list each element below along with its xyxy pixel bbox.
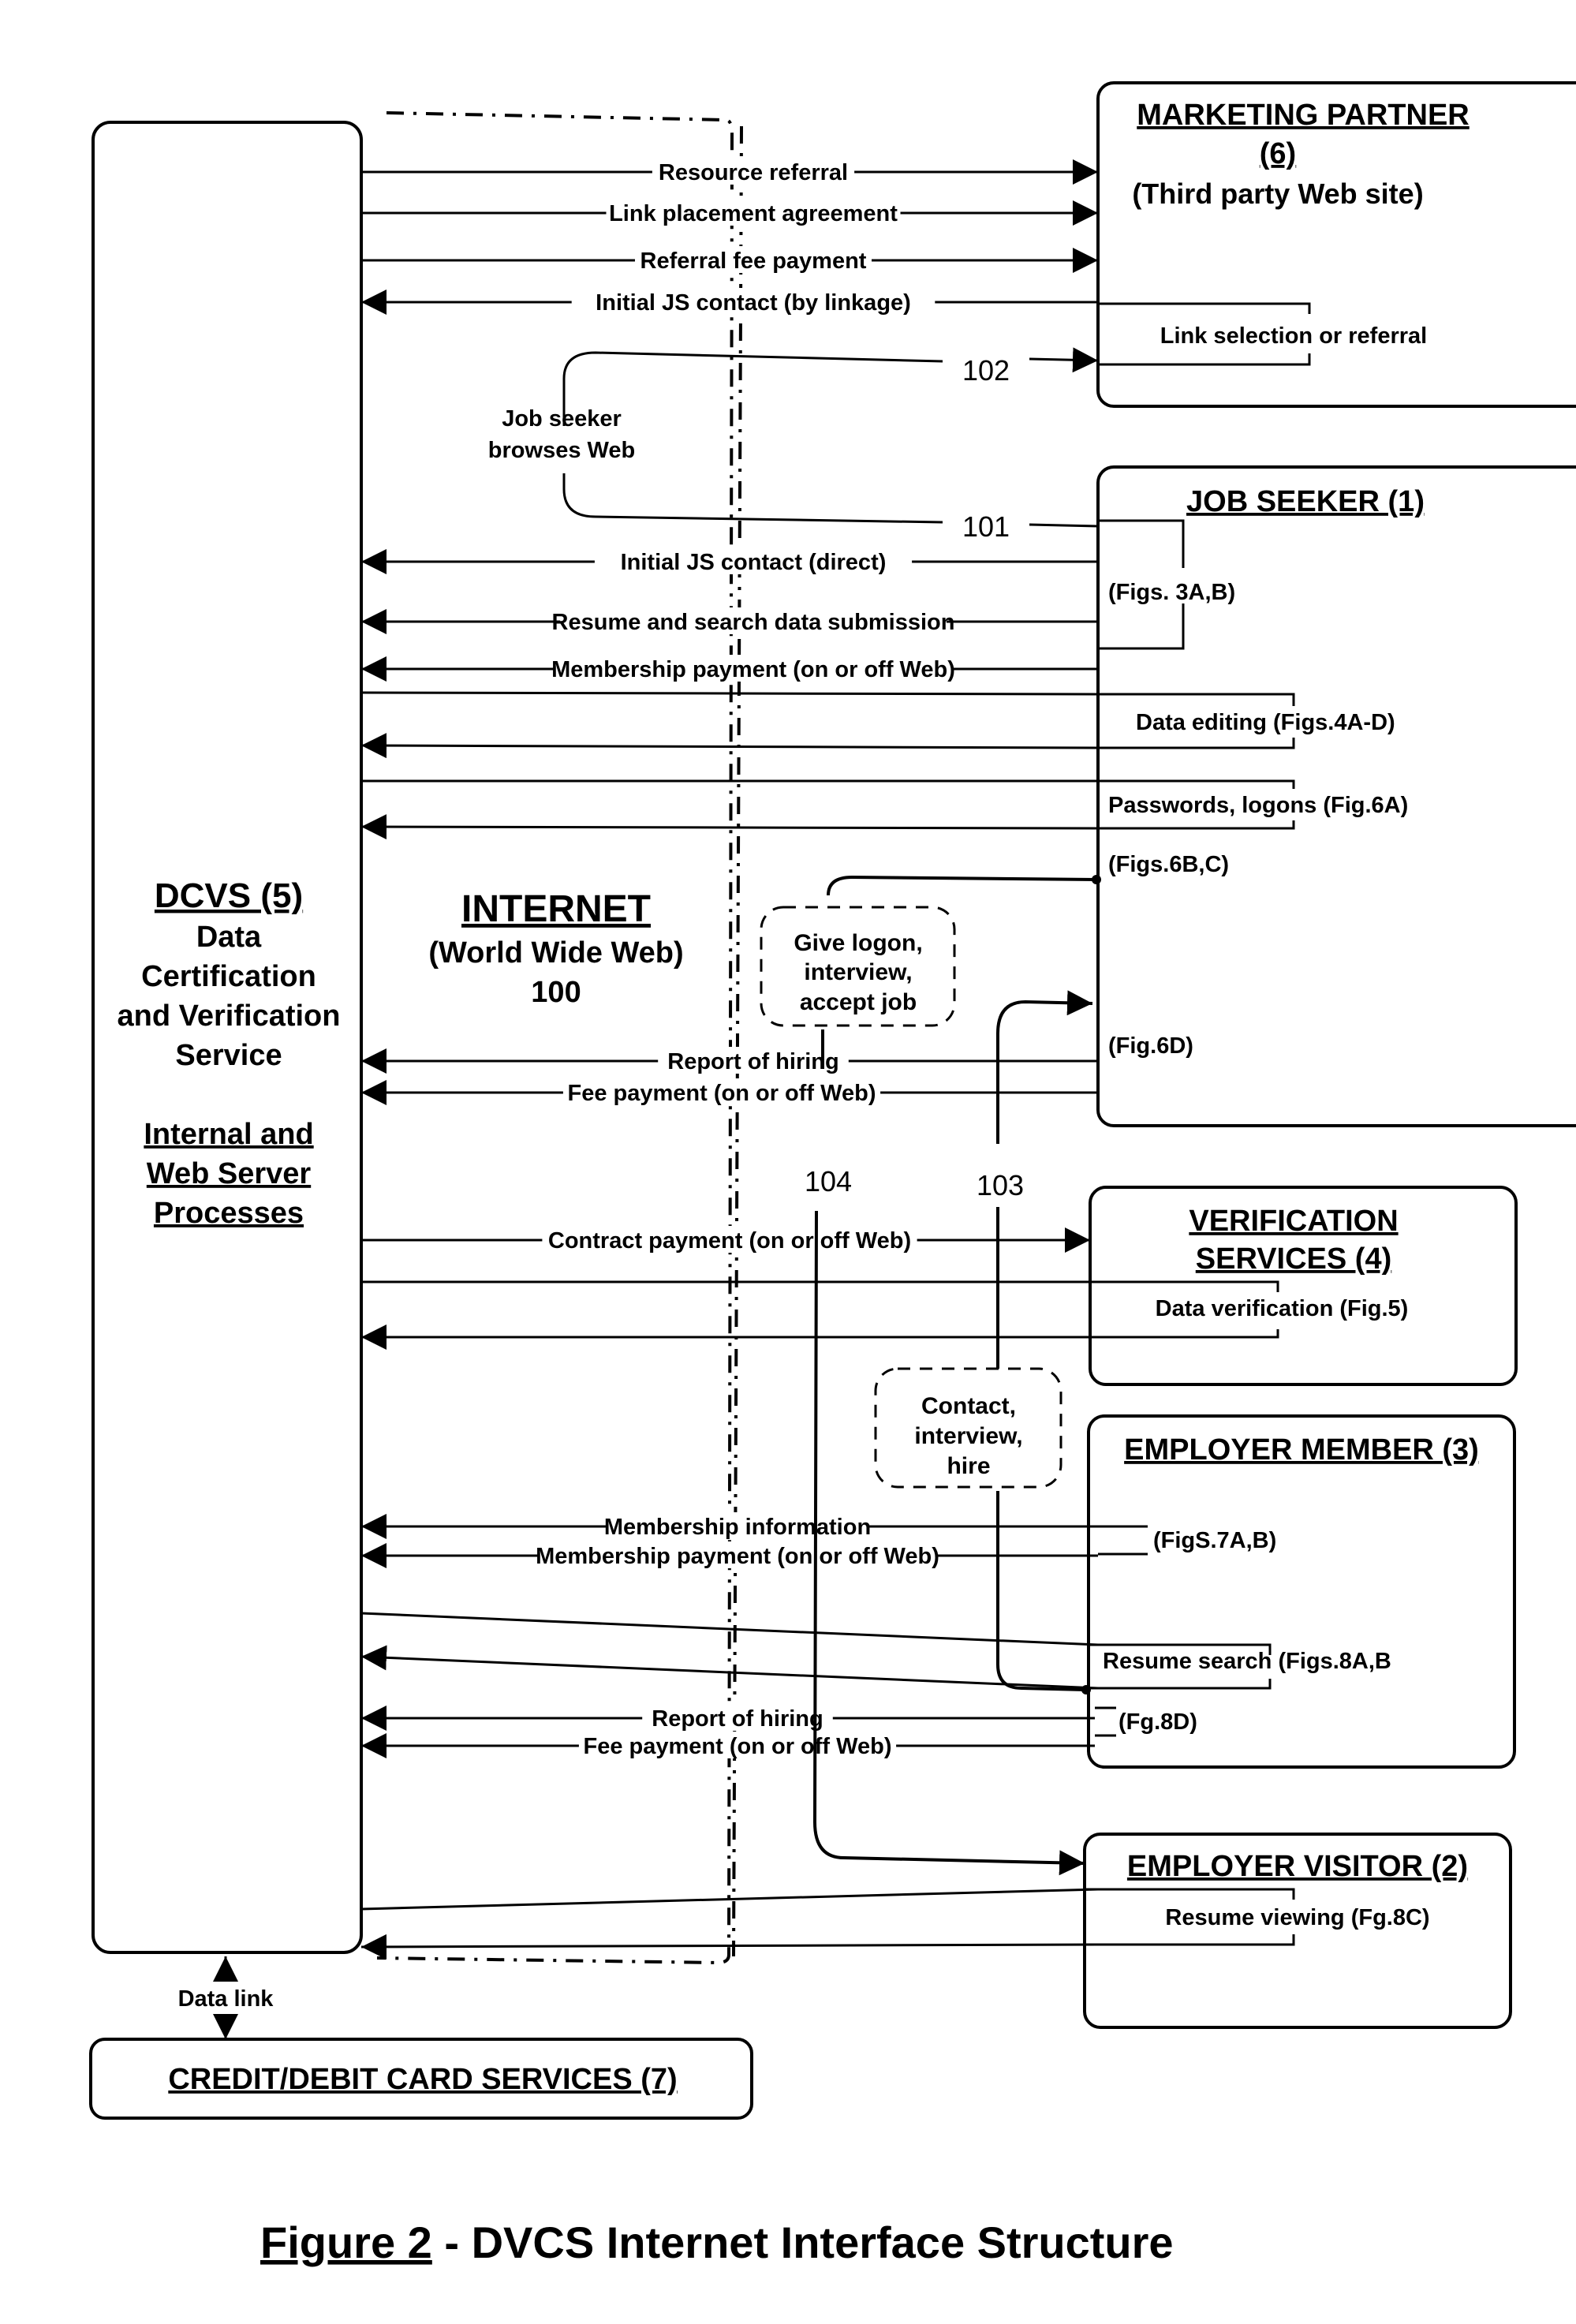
verification-services-title-1: VERIFICATION bbox=[1189, 1205, 1398, 1238]
dcvs-sub-line: Internal and bbox=[144, 1118, 313, 1151]
flow-label: Referral fee payment bbox=[640, 248, 867, 274]
data-link-label: Data link bbox=[178, 1986, 274, 2012]
ref-101: 101 bbox=[962, 510, 1010, 543]
flow-label: Fee payment (on or off Web) bbox=[568, 1081, 876, 1106]
path-104 bbox=[827, 875, 1097, 896]
job-seeker-label-fig6d: (Fig.6D) bbox=[1108, 1033, 1193, 1059]
note-contact: interview, bbox=[914, 1423, 1022, 1449]
resume-viewing-label: Resume viewing (Fg.8C) bbox=[1165, 1905, 1429, 1930]
internet-center-divider bbox=[732, 125, 743, 1957]
ref-102: 102 bbox=[962, 354, 1010, 387]
flow-line bbox=[360, 1888, 1099, 1911]
dcvs-line: Certification bbox=[141, 960, 316, 993]
flow-label: Membership payment (on or off Web) bbox=[551, 657, 955, 682]
internet-subtitle: (World Wide Web) bbox=[428, 936, 683, 970]
note-contact: hire bbox=[947, 1453, 990, 1479]
path-101 bbox=[562, 473, 943, 524]
employer-member-label-resume-search: Resume search (Figs.8A,B bbox=[1103, 1649, 1391, 1674]
ref-104: 104 bbox=[805, 1165, 852, 1197]
job-seeker-label-data-editing: Data editing (Figs.4A-D) bbox=[1136, 710, 1395, 735]
flow-label: Resume and search data submission bbox=[552, 610, 955, 635]
flow-label: Resource referral bbox=[659, 160, 848, 185]
browse-label: browses Web bbox=[488, 438, 635, 463]
dcvs-line: and Verification bbox=[118, 999, 341, 1033]
internet-boundary bbox=[376, 111, 734, 1965]
employer-member-label-fg8d: (Fg.8D) bbox=[1119, 1709, 1197, 1735]
marketing-partner-subtitle: (Third party Web site) bbox=[1132, 177, 1423, 210]
internet-title: INTERNET bbox=[461, 888, 651, 930]
flow-label: Initial JS contact (by linkage) bbox=[596, 290, 911, 316]
flow-label: Membership information bbox=[604, 1515, 871, 1540]
card-services-title: CREDIT/DEBIT CARD SERVICES (7) bbox=[168, 2063, 677, 2096]
flow-label: Initial JS contact (direct) bbox=[621, 550, 887, 575]
dcvs-box bbox=[91, 121, 363, 1954]
flow-label: Contract payment (on or off Web) bbox=[548, 1228, 911, 1254]
flow-line bbox=[360, 733, 1099, 759]
data-verification-label: Data verification (Fig.5) bbox=[1156, 1296, 1409, 1321]
flow-label: Report of hiring bbox=[652, 1706, 823, 1732]
flow-label: Membership payment (on or off Web) bbox=[536, 1544, 939, 1569]
flow-line bbox=[360, 691, 1099, 696]
note-contact: Contact, bbox=[921, 1393, 1016, 1419]
job-seeker-title: JOB SEEKER (1) bbox=[1186, 485, 1425, 518]
figure-number: Figure 2 bbox=[260, 2218, 432, 2267]
note-give-logon: Give logon, bbox=[794, 930, 922, 956]
figure-title: - DVCS Internet Interface Structure bbox=[432, 2218, 1174, 2267]
marketing-partner-number: (6) bbox=[1260, 137, 1296, 170]
link-selection-label: Link selection or referral bbox=[1160, 323, 1427, 349]
employer-visitor-title: EMPLOYER VISITOR (2) bbox=[1127, 1850, 1468, 1883]
dcvs-internet-interface-diagram: Resource referral Link placement agreemen… bbox=[89, 81, 1576, 2267]
employer-member-label-figs7: (FigS.7A,B) bbox=[1153, 1528, 1276, 1553]
dcvs-sub-line: Processes bbox=[154, 1197, 304, 1230]
flow-label: Report of hiring bbox=[667, 1049, 838, 1074]
path-102-arrow bbox=[1029, 347, 1099, 373]
dcvs-line: Data bbox=[196, 921, 262, 954]
flow-label: Fee payment (on or off Web) bbox=[584, 1734, 892, 1759]
flow-line bbox=[360, 814, 1099, 840]
dcvs-title: DCVS (5) bbox=[155, 876, 303, 915]
path-103 bbox=[996, 990, 1093, 1144]
employer-member-title: EMPLOYER MEMBER (3) bbox=[1124, 1433, 1479, 1467]
job-seeker-label-figs6bc: (Figs.6B,C) bbox=[1108, 852, 1229, 877]
dcvs-line: Service bbox=[175, 1039, 282, 1072]
ref-103: 103 bbox=[977, 1169, 1024, 1201]
job-seeker-label-passwords: Passwords, logons (Fig.6A) bbox=[1108, 793, 1408, 818]
internet-ref: 100 bbox=[531, 976, 581, 1009]
dcvs-sub-line: Web Server bbox=[147, 1157, 312, 1190]
marketing-partner-title: MARKETING PARTNER bbox=[1137, 99, 1470, 132]
note-give-logon: interview, bbox=[804, 959, 912, 985]
flow-label: Link placement agreement bbox=[609, 201, 898, 226]
job-seeker-label-figs3: (Figs. 3A,B) bbox=[1108, 580, 1235, 605]
browse-label: Job seeker bbox=[502, 406, 622, 432]
figure-caption: Figure 2 - DVCS Internet Interface Struc… bbox=[260, 2218, 1174, 2267]
flow-line bbox=[360, 1934, 1099, 1960]
note-give-logon: accept job bbox=[800, 989, 917, 1015]
verification-services-title-2: SERVICES (4) bbox=[1196, 1242, 1391, 1276]
